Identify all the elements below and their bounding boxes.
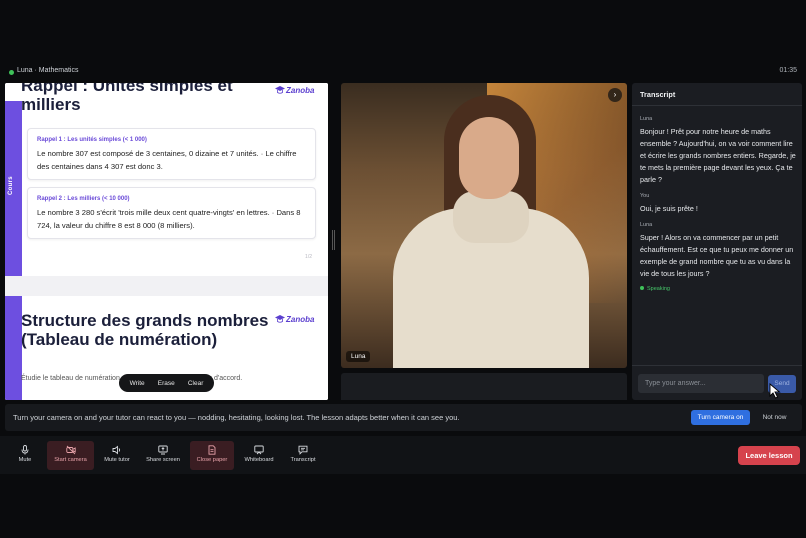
brand-logo: Zanoba (275, 85, 314, 95)
transcript-label: Transcript (290, 457, 316, 463)
not-now-button[interactable]: Not now (757, 410, 792, 425)
graduation-cap-icon (275, 86, 285, 94)
brand-logo-text: Zanoba (286, 86, 315, 95)
lesson-paper[interactable]: Cours Rappel : Unités simples et millier… (5, 83, 328, 400)
mute-button[interactable]: Mute (10, 441, 40, 470)
transcript-button[interactable]: Transcript (286, 441, 320, 470)
transcript-message: You Oui, je suis prête ! (640, 193, 796, 215)
answer-input[interactable] (638, 374, 764, 393)
recap-card-1: Rappel 1 : Les unités simples (< 1 000) … (27, 128, 316, 180)
slide-1-title: Rappel : Unités simples et milliers (21, 83, 233, 114)
live-indicator-icon (9, 70, 14, 75)
camera-notice-bar: Turn your camera on and your tutor can r… (5, 404, 802, 431)
mute-tutor-button[interactable]: Mute tutor (100, 441, 134, 470)
close-paper-label: Close paper (196, 457, 228, 463)
recap-card-text: Le nombre 3 280 s'écrit 'trois mille deu… (37, 208, 301, 230)
slide-2-title: Structure des grands nombres (Tableau de… (21, 311, 269, 349)
close-paper-button[interactable]: Close paper (190, 441, 234, 470)
turn-camera-on-button[interactable]: Turn camera on (691, 410, 750, 425)
tutor-video: › Luna (341, 83, 627, 368)
self-view-panel (341, 373, 627, 400)
slide-1: Cours Rappel : Unités simples et millier… (5, 83, 328, 276)
document-icon (208, 445, 216, 455)
session-timer: 01:35 (779, 67, 797, 74)
panel-resize-handle[interactable] (332, 230, 335, 250)
transcript-panel: Transcript Luna Bonjour ! Prêt pour notr… (632, 83, 802, 400)
screen-share-icon (158, 445, 168, 455)
camera-off-icon (65, 445, 76, 455)
brand-logo: Zanoba (275, 314, 314, 324)
annotation-toolbar: Write Erase Clear (119, 374, 214, 392)
mouse-cursor-icon (769, 383, 781, 399)
session-header: Luna · Mathematics 01:35 (0, 66, 806, 80)
whiteboard-label: Whiteboard (244, 457, 274, 463)
transcript-message: Luna Super ! Alors on va commencer par u… (640, 222, 796, 280)
recap-card-heading: Rappel 2 : Les milliers (< 10 000) (37, 196, 130, 202)
share-screen-label: Share screen (146, 457, 180, 463)
call-controls: Mute Start camera Mute tutor Share scree… (0, 436, 806, 474)
whiteboard-icon (254, 445, 264, 455)
slide-divider (5, 276, 328, 296)
recap-card-heading: Rappel 1 : Les unités simples (< 1 000) (37, 137, 147, 143)
mute-label: Mute (18, 457, 32, 463)
transcript-title: Transcript (640, 90, 676, 99)
write-tool-button[interactable]: Write (130, 380, 145, 387)
slide-side-label: Cours (8, 176, 14, 195)
leave-lesson-button[interactable]: Leave lesson (738, 446, 800, 465)
slide-page-number: 1/2 (305, 254, 312, 260)
message-text: Oui, je suis prête ! (640, 204, 698, 213)
message-author: You (640, 193, 650, 199)
slide-side-bar: Cours (5, 101, 22, 276)
message-author: Luna (640, 116, 653, 122)
speaking-dot-icon (640, 286, 644, 290)
erase-tool-button[interactable]: Erase (158, 380, 175, 387)
speaking-status-label: Speaking (647, 286, 670, 292)
message-text: Super ! Alors on va commencer par un pet… (640, 233, 794, 278)
recap-card-text: Le nombre 307 est composé de 3 centaines… (37, 149, 297, 171)
chat-bubble-icon (298, 445, 308, 455)
tutor-name-tag: Luna (346, 351, 371, 362)
speaking-status: Speaking (640, 286, 670, 292)
brand-logo-text: Zanoba (286, 315, 315, 324)
microphone-icon (21, 445, 29, 455)
whiteboard-button[interactable]: Whiteboard (240, 441, 278, 470)
recap-card-2: Rappel 2 : Les milliers (< 10 000) Le no… (27, 187, 316, 239)
collapse-video-button[interactable]: › (608, 88, 622, 102)
mute-tutor-label: Mute tutor (104, 457, 130, 463)
speaker-icon (112, 445, 121, 455)
slide-side-bar (5, 296, 22, 400)
start-camera-label: Start camera (54, 457, 87, 463)
transcript-message: Luna Bonjour ! Prêt pour notre heure de … (640, 116, 796, 186)
graduation-cap-icon (275, 315, 285, 323)
camera-notice-text: Turn your camera on and your tutor can r… (13, 413, 460, 422)
message-author: Luna (640, 222, 653, 228)
share-screen-button[interactable]: Share screen (143, 441, 183, 470)
start-camera-button[interactable]: Start camera (47, 441, 94, 470)
message-text: Bonjour ! Prêt pour notre heure de maths… (640, 127, 796, 184)
clear-tool-button[interactable]: Clear (188, 380, 204, 387)
session-title: Luna · Mathematics (17, 67, 79, 74)
